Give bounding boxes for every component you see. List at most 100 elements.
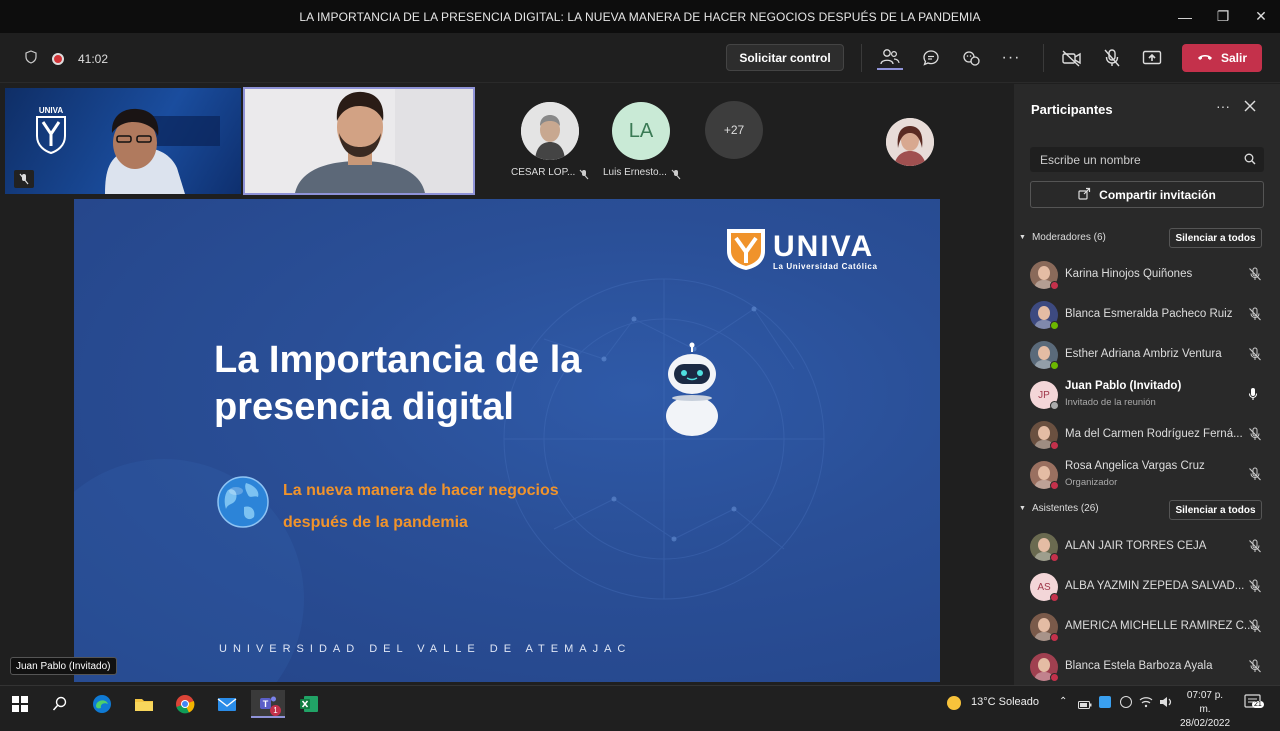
mic-off-icon [14,170,34,188]
participant-search-input[interactable]: Escribe un nombre [1030,147,1264,172]
univa-tagline: La Universidad Católica [773,262,878,271]
presence-status-icon [1050,633,1059,642]
presence-status-icon [1050,481,1059,490]
mic-off-icon[interactable] [1248,579,1262,598]
participant-name: AMERICA MICHELLE RAMIREZ C... [1065,620,1254,632]
share-icon [1078,187,1091,203]
participant-row[interactable]: AMERICA MICHELLE RAMIREZ C... [1030,607,1274,647]
attendees-section-toggle[interactable]: ▼ Asistentes (26) [1019,503,1099,514]
restore-icon[interactable]: ❐ [1204,0,1242,33]
search-placeholder: Escribe un nombre [1040,153,1141,167]
battery-icon[interactable] [1078,697,1092,715]
windows-taskbar: T 1 13°C Soleado ⌃ 07:07 p. m. 28/02/202… [0,685,1280,729]
participant-avatar-self[interactable] [886,118,934,166]
edge-icon[interactable] [85,690,119,718]
chevron-up-icon[interactable]: ⌃ [1059,696,1067,707]
close-icon[interactable]: ✕ [1242,0,1280,33]
share-invite-button[interactable]: Compartir invitación [1030,181,1264,208]
participant-row[interactable]: Blanca Esmeralda Pacheco Ruiz [1030,295,1274,335]
presence-status-icon [1050,361,1059,370]
mic-on-icon[interactable] [1248,387,1258,406]
chevron-down-icon: ▼ [1019,234,1026,241]
minimize-icon[interactable]: — [1166,0,1204,33]
presence-status-icon [1050,553,1059,562]
mic-off-icon [579,167,589,185]
camera-off-icon[interactable] [1059,46,1085,70]
more-options-icon[interactable]: ··· [998,46,1024,70]
slide-subtitle-line: después de la pandemia [283,514,468,531]
meeting-toolbar: 41:02 Solicitar control ··· Salir [0,33,1280,83]
search-icon[interactable] [43,690,77,718]
mic-off-icon[interactable] [1248,539,1262,558]
teams-icon[interactable]: T 1 [251,690,285,718]
presence-status-icon [1050,401,1059,410]
mute-all-moderators-button[interactable]: Silenciar a todos [1169,228,1262,248]
presence-status-icon [1050,673,1059,682]
meeting-status: 41:02 [24,50,108,67]
slide-subtitle-line: La nueva manera de hacer negocios [283,482,559,499]
windows-start-icon[interactable] [3,690,37,718]
presence-status-icon [1050,281,1059,290]
wifi-icon[interactable] [1139,695,1153,713]
request-control-button[interactable]: Solicitar control [726,44,844,71]
active-speaker-label: Juan Pablo (Invitado) [10,657,117,675]
participant-row[interactable]: Rosa Angelica Vargas Cruz Organizador [1030,455,1274,495]
mic-off-icon[interactable] [1099,46,1125,70]
globe-icon [216,475,270,534]
panel-more-icon[interactable]: ··· [1216,98,1230,114]
divider [861,44,862,72]
moderators-section-toggle[interactable]: ▼ Moderadores (6) [1019,232,1106,243]
clock[interactable]: 07:07 p. m. 28/02/2022 [1180,689,1230,731]
svg-text:T: T [263,699,269,709]
clock-date: 28/02/2022 [1180,718,1231,729]
mic-off-icon[interactable] [1248,467,1262,486]
weather-sun-icon [946,695,962,716]
slide-title-line: La Importancia de la [214,339,582,381]
participant-role: Invitado de la reunión [1065,397,1156,408]
excel-icon[interactable] [292,690,326,718]
tray-circle-icon[interactable] [1120,696,1132,708]
slide-title-line: presencia digital [214,386,514,428]
meeting-timer: 41:02 [78,51,109,66]
mic-off-icon[interactable] [1248,619,1262,638]
share-screen-icon[interactable] [1139,46,1165,70]
reactions-icon[interactable] [958,46,984,70]
participant-row[interactable]: AS ALBA YAZMIN ZEPEDA SALVAD... [1030,567,1274,607]
chat-icon[interactable] [918,46,944,70]
participant-row[interactable]: ALAN JAIR TORRES CEJA [1030,527,1274,567]
panel-title: Participantes [1031,102,1113,117]
speaker-icon[interactable] [1159,695,1173,713]
mail-icon[interactable] [210,690,244,718]
participant-row[interactable]: JP Juan Pablo (Invitado) Invitado de la re… [1030,375,1274,415]
leave-button[interactable]: Salir [1182,44,1262,72]
participant-avatar-luis[interactable]: LA [612,102,670,160]
participant-avatar-cesar[interactable] [521,102,579,160]
close-panel-icon[interactable] [1244,99,1256,117]
notifications-icon[interactable]: 21 [1244,694,1264,715]
file-explorer-icon[interactable] [127,690,161,718]
share-invite-label: Compartir invitación [1099,187,1216,202]
mic-off-icon[interactable] [1248,347,1262,366]
participant-name: Blanca Esmeralda Pacheco Ruiz [1065,308,1233,320]
more-participants-button[interactable]: +27 [705,101,763,159]
participant-row[interactable]: Esther Adriana Ambriz Ventura [1030,335,1274,375]
recording-icon [52,52,64,65]
mic-off-icon[interactable] [1248,659,1262,678]
window-title-bar: LA IMPORTANCIA DE LA PRESENCIA DIGITAL: … [0,0,1280,33]
mute-all-attendees-button[interactable]: Silenciar a todos [1169,500,1262,520]
clock-time: 07:07 p. m. [1186,690,1224,715]
app-tray-icon[interactable] [1099,696,1111,708]
weather-text[interactable]: 13°C Soleado [971,696,1039,708]
participant-name: Karina Hinojos Quiñones [1065,268,1193,280]
participants-icon[interactable] [877,46,903,70]
mic-off-icon[interactable] [1248,427,1262,446]
participant-row[interactable]: Blanca Estela Barboza Ayala [1030,647,1274,687]
univa-shield-icon: UNIVA [33,104,69,155]
chrome-icon[interactable] [168,690,202,718]
mic-off-icon[interactable] [1248,267,1262,286]
participant-row[interactable]: Karina Hinojos Quiñones [1030,255,1274,295]
participant-row[interactable]: Ma del Carmen Rodríguez Ferná... [1030,415,1274,455]
video-tile-speaker[interactable] [243,87,475,195]
mic-off-icon[interactable] [1248,307,1262,326]
video-tile-presenter[interactable]: UNIVA [5,88,241,194]
